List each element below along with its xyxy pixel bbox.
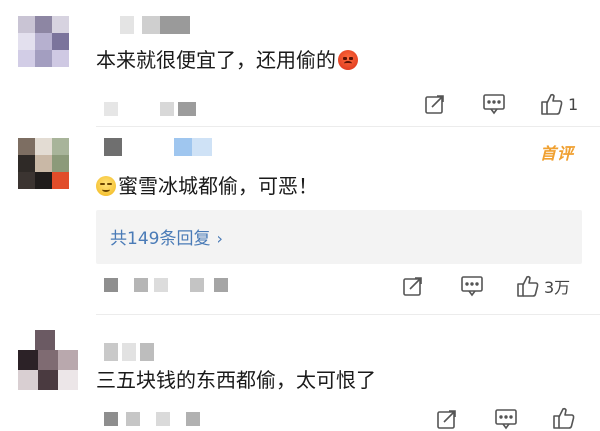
comment-text: 蜜雪冰城都偷，可恶！ (96, 173, 318, 199)
forward-button[interactable] (424, 93, 446, 115)
comment-meta-redacted (104, 278, 254, 296)
chevron-right-icon: › (216, 229, 223, 248)
angry-face-emoji-icon (338, 50, 358, 70)
comment-bubble-icon (483, 94, 505, 115)
share-square-icon (403, 277, 422, 296)
forward-button[interactable] (402, 275, 424, 297)
like-count: 3万 (544, 278, 571, 297)
avatar[interactable] (18, 138, 70, 190)
like-count: 1 (568, 94, 579, 114)
forward-button[interactable] (436, 408, 458, 430)
avatar[interactable] (18, 330, 78, 390)
like-button[interactable]: 3万 (516, 274, 570, 298)
share-square-icon (437, 410, 456, 429)
shy-face-emoji-icon (96, 176, 116, 196)
thumbs-up-icon (541, 93, 563, 115)
username-redacted[interactable] (104, 138, 234, 156)
comment-button[interactable] (482, 93, 506, 115)
username-redacted[interactable] (104, 343, 184, 361)
username-redacted[interactable] (120, 16, 200, 34)
divider (96, 314, 600, 315)
like-button[interactable] (552, 406, 580, 430)
avatar[interactable] (18, 16, 70, 68)
comment-text: 三五块钱的东西都偷，太可恨了 (96, 368, 376, 392)
like-button[interactable]: 1 (540, 92, 578, 116)
first-comment-badge: 首评 (540, 144, 575, 163)
comment-meta-redacted (104, 102, 214, 120)
comment-button[interactable] (460, 275, 484, 297)
comment-meta-redacted (104, 412, 244, 430)
divider (96, 126, 600, 127)
thumbs-up-icon (553, 407, 575, 429)
comment-bubble-icon (495, 409, 517, 430)
replies-panel[interactable]: 共149条回复 › (96, 210, 582, 264)
comment-text: 本来就很便宜了，还用偷的 (96, 47, 358, 73)
comment-button[interactable] (494, 408, 518, 430)
share-square-icon (425, 95, 444, 114)
view-replies-link[interactable]: 共149条回复 › (110, 224, 223, 249)
thumbs-up-icon (517, 275, 539, 297)
comment-bubble-icon (461, 276, 483, 297)
